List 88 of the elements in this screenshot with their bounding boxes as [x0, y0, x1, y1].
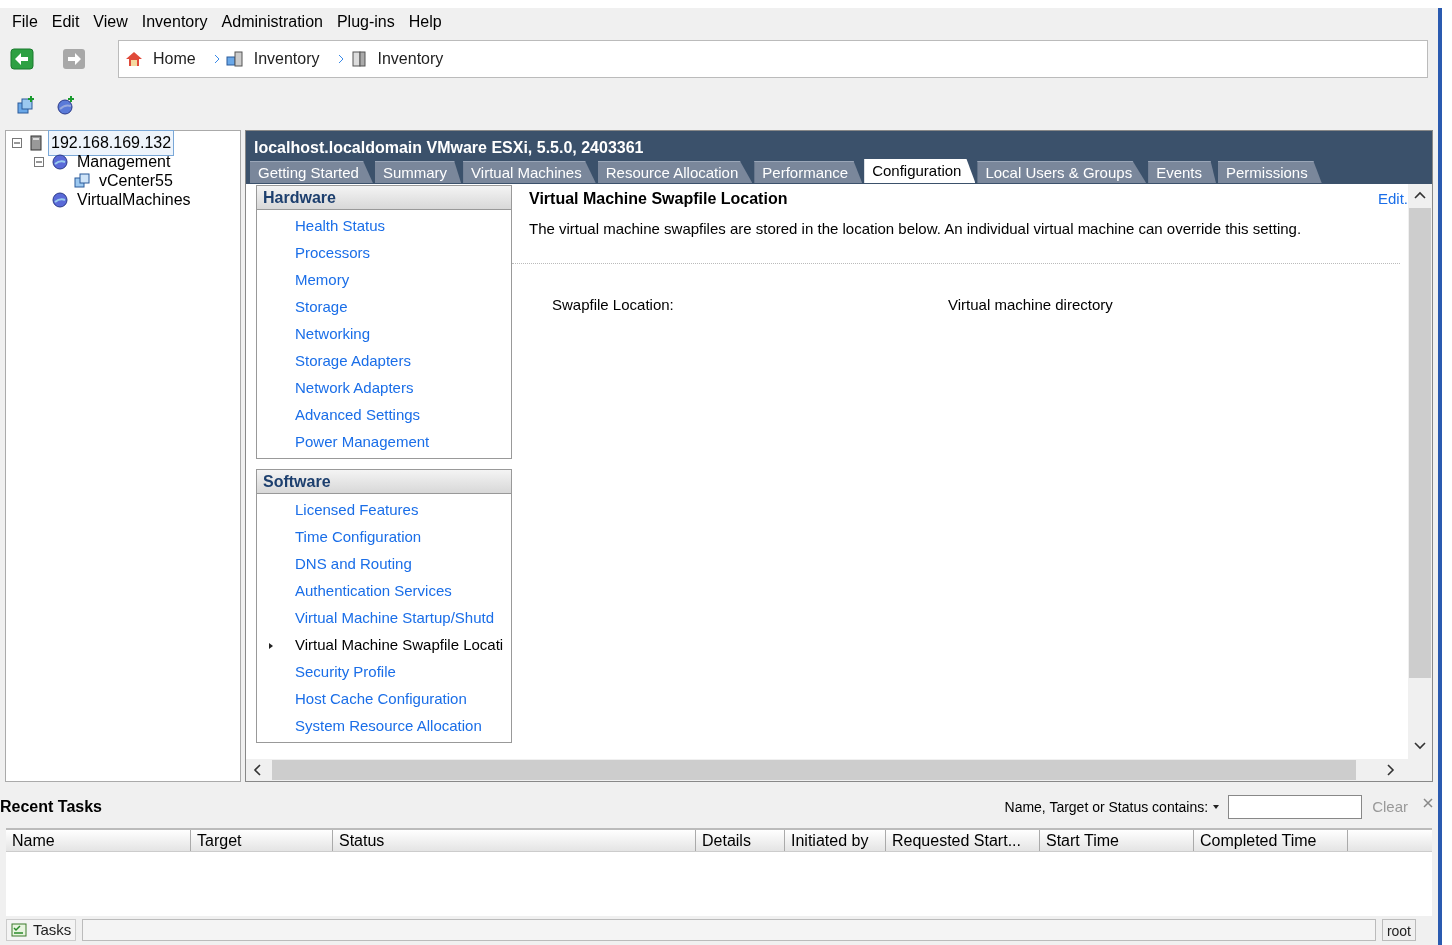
- section-heading: Software: [257, 470, 511, 494]
- collapse-icon[interactable]: [12, 137, 22, 148]
- nav-link[interactable]: Networking: [295, 323, 371, 346]
- edit-link[interactable]: Edit.: [1378, 187, 1408, 211]
- menu-item[interactable]: Plug-ins: [330, 10, 401, 34]
- menu-item[interactable]: File: [6, 10, 44, 34]
- menu-item[interactable]: Inventory: [135, 10, 214, 34]
- selection-marker-icon: [269, 642, 273, 649]
- filter-label[interactable]: Name, Target or Status contains:: [1004, 796, 1209, 818]
- column-header[interactable]: Requested Start...: [886, 830, 1040, 851]
- tab[interactable]: Getting Started: [250, 161, 373, 183]
- nav-link[interactable]: Advanced Settings: [295, 404, 421, 427]
- menu-item[interactable]: View: [87, 10, 134, 34]
- field-label: Swapfile Location:: [552, 294, 675, 315]
- resource-pool-icon: [52, 191, 68, 208]
- tab[interactable]: Events: [1148, 161, 1216, 183]
- tab[interactable]: Performance: [754, 161, 863, 183]
- nav-link[interactable]: Virtual Machine Startup/Shutd: [295, 607, 494, 630]
- column-header[interactable]: Name: [6, 830, 191, 851]
- nav-link[interactable]: Storage: [295, 296, 348, 319]
- dropdown-icon[interactable]: [1212, 804, 1221, 810]
- close-icon[interactable]: [1422, 797, 1434, 809]
- resource-pool-icon: [52, 153, 68, 170]
- tab[interactable]: Permissions: [1218, 161, 1322, 183]
- breadcrumb-link[interactable]: Inventory: [377, 47, 444, 71]
- column-header[interactable]: Completed Time: [1194, 830, 1348, 851]
- vertical-scrollbar[interactable]: [1408, 184, 1432, 759]
- menu-item[interactable]: Edit: [45, 10, 86, 34]
- tasks-button[interactable]: Tasks: [6, 919, 77, 941]
- column-header[interactable]: Details: [696, 830, 785, 851]
- recent-tasks-title: Recent Tasks: [0, 797, 103, 817]
- inventory-icon: [225, 50, 244, 68]
- back-icon[interactable]: [10, 48, 34, 70]
- nav-link[interactable]: Network Adapters: [295, 377, 414, 400]
- filter-field[interactable]: [1228, 795, 1363, 819]
- nav-link[interactable]: Host Cache Configuration: [295, 688, 467, 711]
- clear-button[interactable]: Clear: [1372, 795, 1408, 819]
- horizontal-scrollbar[interactable]: [246, 759, 1432, 781]
- scroll-up-icon[interactable]: [1414, 190, 1426, 200]
- column-header[interactable]: Status: [333, 830, 696, 851]
- section-heading: Hardware: [257, 186, 511, 210]
- nav-link[interactable]: Time Configuration: [295, 526, 422, 549]
- nav-link[interactable]: Health Status: [295, 215, 386, 238]
- tasks-icon: [11, 923, 27, 937]
- breadcrumb-link[interactable]: Home: [153, 47, 196, 71]
- chevron-icon: [337, 54, 344, 64]
- forward-icon[interactable]: [62, 48, 86, 70]
- column-header[interactable]: Initiated by: [785, 830, 886, 851]
- tab[interactable]: Summary: [374, 161, 462, 183]
- field-value: Virtual machine directory: [948, 294, 1113, 315]
- breadcrumb-link[interactable]: Inventory: [253, 47, 320, 71]
- scroll-right-icon[interactable]: [1386, 764, 1396, 776]
- server-icon: [349, 50, 368, 68]
- tab[interactable]: Local Users & Groups: [977, 161, 1147, 183]
- server-icon: [30, 134, 42, 151]
- menu-item[interactable]: Help: [402, 10, 448, 34]
- nav-link[interactable]: System Resource Allocation: [295, 715, 482, 738]
- scroll-left-icon[interactable]: [252, 764, 262, 776]
- description-text: The virtual machine swapfiles are stored in the location below. An individual virtual machine can override this setting.: [512, 214, 1400, 264]
- section-title: Virtual Machine Swapfile Location: [529, 189, 789, 209]
- nav-link[interactable]: Virtual Machine Swapfile Locati: [295, 634, 504, 657]
- tree-item[interactable]: 192.168.169.132: [48, 129, 175, 156]
- column-header[interactable]: Target: [191, 830, 333, 851]
- column-header[interactable]: Start Time: [1040, 830, 1194, 851]
- scrollbar-thumb[interactable]: [1409, 208, 1431, 678]
- tab[interactable]: Resource Allocation: [597, 161, 753, 183]
- nav-link[interactable]: Storage Adapters: [295, 350, 411, 373]
- scrollbar-thumb[interactable]: [272, 760, 1356, 780]
- vm-icon: [74, 172, 90, 189]
- nav-link[interactable]: Authentication Services: [295, 580, 452, 603]
- chevron-icon: [213, 54, 220, 64]
- nav-link[interactable]: Processors: [295, 242, 371, 265]
- nav-link[interactable]: Power Management: [295, 431, 430, 454]
- home-icon: [125, 50, 143, 68]
- tree-item[interactable]: VirtualMachines: [74, 186, 194, 213]
- nav-link[interactable]: DNS and Routing: [295, 553, 412, 576]
- collapse-icon[interactable]: [34, 156, 44, 167]
- host-title: localhost.localdomain VMware ESXi, 5.5.0, 2403361: [253, 138, 645, 158]
- add-pool-icon[interactable]: [56, 96, 76, 116]
- user-name: root: [1381, 919, 1416, 941]
- tab[interactable]: Virtual Machines: [463, 161, 596, 183]
- add-vm-icon[interactable]: [16, 96, 36, 116]
- tab[interactable]: Configuration: [864, 159, 976, 183]
- nav-link[interactable]: Licensed Features: [295, 499, 419, 522]
- scroll-down-icon[interactable]: [1414, 741, 1426, 751]
- nav-link[interactable]: Memory: [295, 269, 350, 292]
- nav-link[interactable]: Security Profile: [295, 661, 396, 684]
- menu-item[interactable]: Administration: [215, 10, 329, 34]
